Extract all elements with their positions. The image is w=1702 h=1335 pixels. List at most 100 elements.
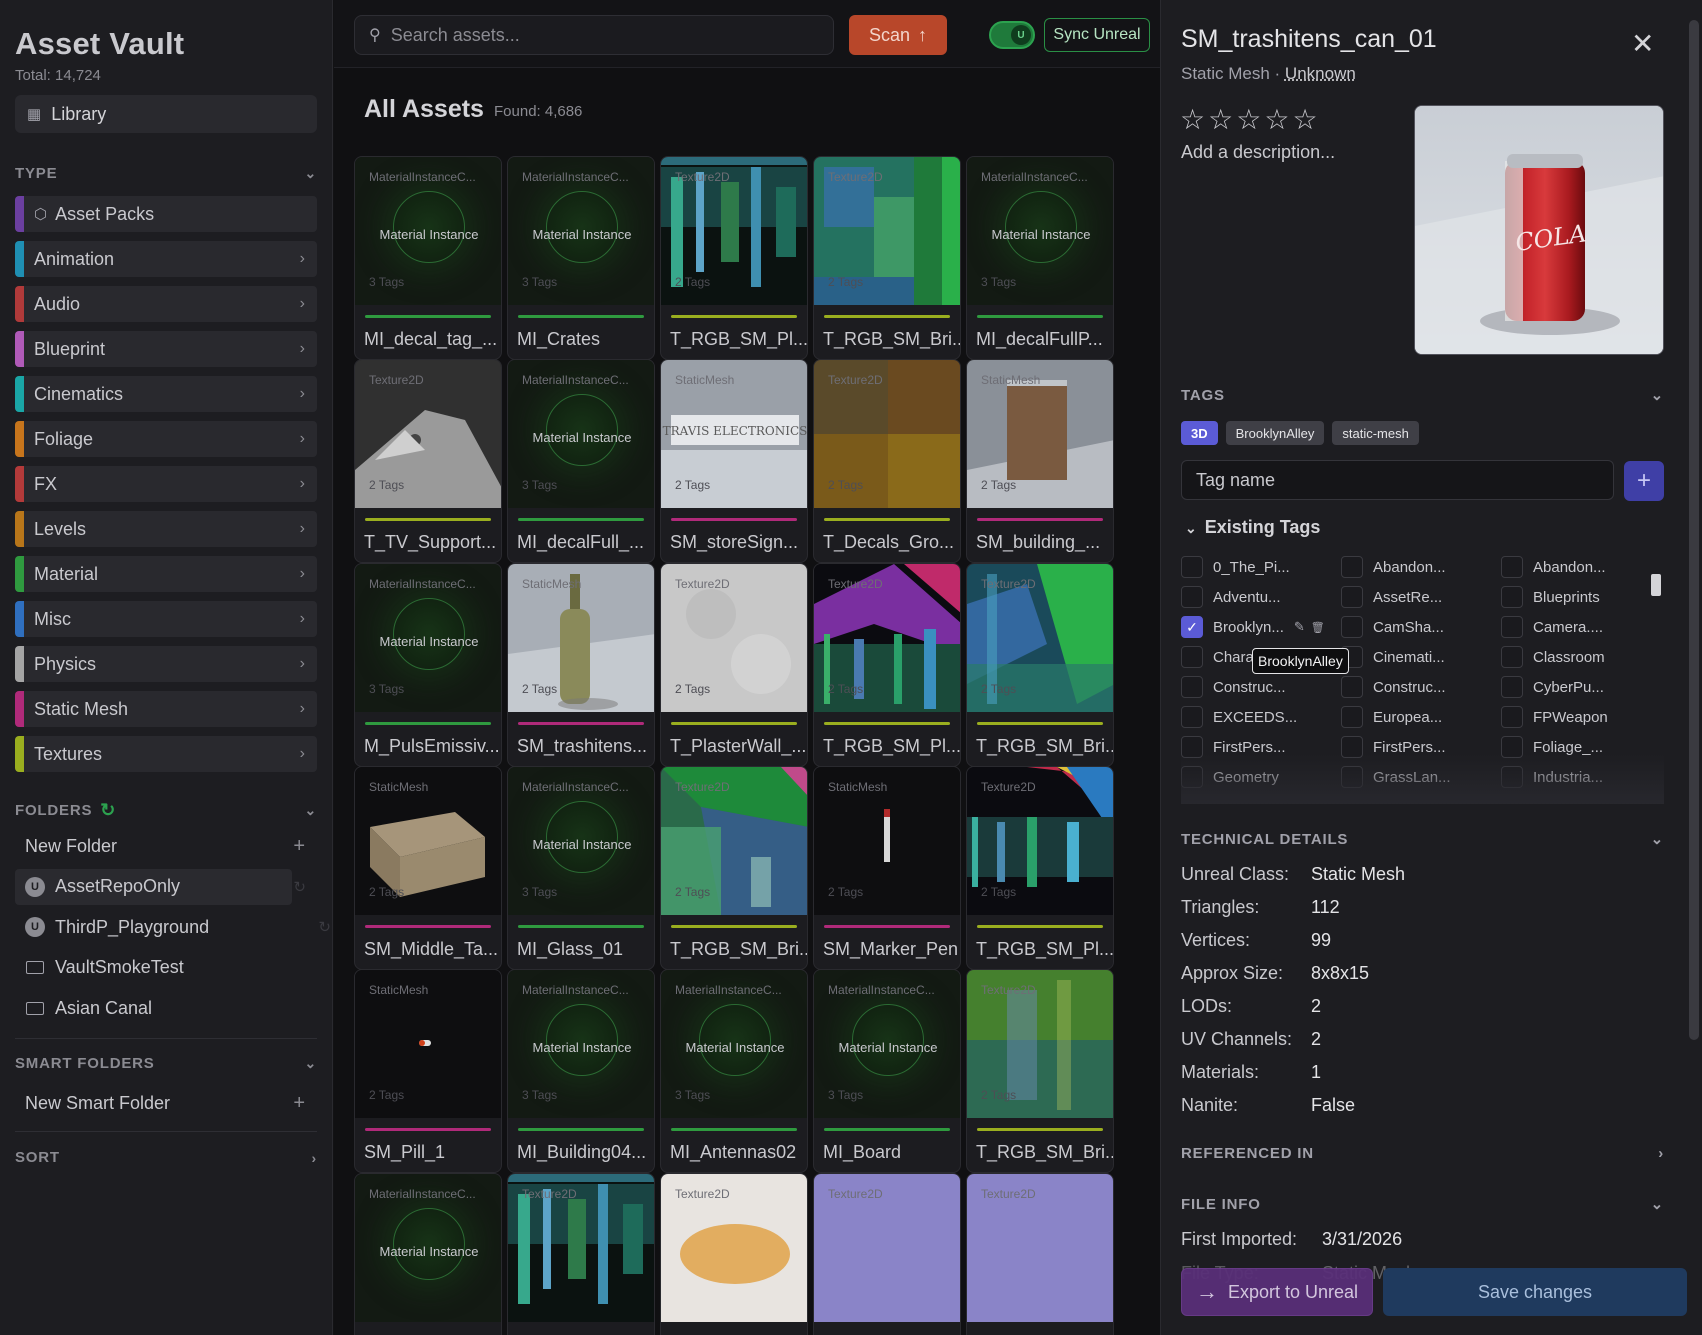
type-item[interactable]: Foliage › <box>15 421 317 457</box>
referenced-in-header[interactable]: REFERENCED IN › <box>1181 1145 1664 1162</box>
checkbox[interactable] <box>1501 646 1523 668</box>
checkbox[interactable] <box>1341 706 1363 728</box>
asset-card[interactable]: Texture2D 2 Tags T_RGB_SM_Bri... <box>966 969 1114 1173</box>
star-icon[interactable]: ☆ <box>1292 104 1320 135</box>
asset-card[interactable]: Material Instance MaterialInstanceC... 3 T… <box>813 969 961 1173</box>
asset-card[interactable]: Material Instance MaterialInstanceC... 3 T… <box>966 156 1114 360</box>
new-smart-folder-button[interactable]: New Smart Folder + <box>15 1085 317 1121</box>
type-item[interactable]: ⬡ Asset Packs <box>15 196 317 232</box>
asset-card[interactable]: StaticMesh 2 Tags SM_Marker_Pen <box>813 766 961 970</box>
file-info-header[interactable]: FILE INFO ⌄ <box>1181 1195 1664 1214</box>
checkbox[interactable] <box>1341 736 1363 758</box>
tag-chip[interactable]: BrooklynAlley <box>1225 421 1325 445</box>
export-to-unreal-button[interactable]: → Export to Unreal <box>1181 1268 1373 1316</box>
asset-card[interactable]: Material Instance MaterialInstanceC... 3 T… <box>507 766 655 970</box>
existing-tag[interactable]: 0_The_Pi... <box>1181 552 1341 582</box>
checkbox[interactable] <box>1181 736 1203 758</box>
library-button[interactable]: ▦ Library <box>15 95 317 133</box>
edit-icon[interactable]: ✎ <box>1294 619 1305 635</box>
checkbox[interactable] <box>1501 586 1523 608</box>
checkbox[interactable] <box>1181 556 1203 578</box>
existing-tag[interactable]: Foliage_... <box>1501 732 1661 762</box>
existing-tag[interactable]: Classroom <box>1501 642 1661 672</box>
asset-card[interactable]: StaticMesh 2 Tags SM_Pill_1 <box>354 969 502 1173</box>
star-icon[interactable]: ☆ <box>1208 104 1236 135</box>
existing-tag[interactable]: FPWeapon <box>1501 702 1661 732</box>
folder-item[interactable]: VaultSmokeTest <box>15 950 317 986</box>
asset-card[interactable]: Texture2D 2 Tags T_RGB_SM_Bri... <box>813 156 961 360</box>
checkbox[interactable] <box>1501 556 1523 578</box>
sort-section-header[interactable]: SORT › <box>15 1149 317 1166</box>
checkbox[interactable] <box>1341 766 1363 788</box>
panel-scrollbar[interactable] <box>1689 20 1699 1040</box>
asset-card[interactable]: Material Instance MaterialInstanceC... 3 T… <box>507 969 655 1173</box>
existing-tag[interactable]: Europea... <box>1341 702 1501 732</box>
existing-tag[interactable]: FirstPers... <box>1341 732 1501 762</box>
existing-tag[interactable]: Adventu... <box>1181 582 1341 612</box>
existing-tag[interactable]: ✓ Brooklyn... ✎ 🗑 <box>1181 612 1341 642</box>
asset-card[interactable]: Texture2D 2 Tags T_RGB_SM_Pl... <box>966 766 1114 970</box>
asset-card[interactable]: Texture2D <box>813 1173 961 1335</box>
trash-icon[interactable]: 🗑 <box>1311 621 1325 634</box>
existing-tag[interactable]: Construc... <box>1341 672 1501 702</box>
close-icon[interactable]: ✕ <box>1631 27 1654 60</box>
existing-tag[interactable]: AssetRe... <box>1341 582 1501 612</box>
existing-tag[interactable]: Construc... <box>1181 672 1341 702</box>
checkbox[interactable] <box>1181 676 1203 698</box>
checkbox-checked-icon[interactable]: ✓ <box>1181 616 1203 638</box>
checkbox[interactable] <box>1181 646 1203 668</box>
type-item[interactable]: Levels › <box>15 511 317 547</box>
type-item[interactable]: Physics › <box>15 646 317 682</box>
checkbox[interactable] <box>1181 766 1203 788</box>
search-input[interactable] <box>390 24 791 46</box>
asset-card[interactable]: StaticMesh 2 Tags SM_trashitens... <box>507 563 655 767</box>
unreal-sync-toggle[interactable]: U <box>989 21 1035 49</box>
tag-name-input[interactable] <box>1181 460 1614 500</box>
existing-tag[interactable]: GrassLan... <box>1341 762 1501 792</box>
existing-tag[interactable]: FirstPers... <box>1181 732 1341 762</box>
asset-card[interactable]: Material Instance MaterialInstanceC... 3 T… <box>354 156 502 360</box>
existing-tag[interactable]: EXCEEDS... <box>1181 702 1341 732</box>
checkbox[interactable] <box>1341 616 1363 638</box>
existing-tag[interactable]: CamSha... <box>1341 612 1501 642</box>
asset-card[interactable]: Texture2D 2 Tags T_RGB_SM_Bri... <box>660 766 808 970</box>
checkbox[interactable] <box>1501 616 1523 638</box>
search-box[interactable]: ⚲ <box>354 15 834 55</box>
asset-source-link[interactable]: Unknown <box>1285 64 1356 83</box>
type-item[interactable]: Textures › <box>15 736 317 772</box>
asset-card[interactable]: Texture2D 2 Tags T_RGB_SM_Pl... <box>813 563 961 767</box>
folders-section-header[interactable]: FOLDERS ↻ ⌄ <box>15 800 317 821</box>
technical-details-header[interactable]: TECHNICAL DETAILS ⌄ <box>1181 830 1664 849</box>
existing-tag[interactable]: Geometry <box>1181 762 1341 792</box>
asset-card[interactable]: Material Instance MaterialInstanceC... 3 T… <box>354 563 502 767</box>
checkbox[interactable] <box>1501 766 1523 788</box>
asset-card[interactable]: TRAVIS ELECTRONICS StaticMesh 2 Tags SM_sto… <box>660 359 808 563</box>
checkbox[interactable] <box>1501 706 1523 728</box>
existing-tag[interactable]: Camera.... <box>1501 612 1661 642</box>
folder-item[interactable]: U AssetRepoOnly ↻ <box>15 868 306 905</box>
type-item[interactable]: Misc › <box>15 601 317 637</box>
asset-card[interactable]: Texture2D 2 Tags T_PlasterWall_... <box>660 563 808 767</box>
asset-card[interactable]: Texture2D 2 Tags T_RGB_SM_Pl... <box>660 156 808 360</box>
asset-card[interactable]: Material Instance MaterialInstanceC... 3 T… <box>507 156 655 360</box>
existing-tag[interactable]: Blueprints <box>1501 582 1661 612</box>
star-icon[interactable]: ☆ <box>1180 104 1208 135</box>
scan-button[interactable]: Scan ↑ <box>849 15 947 55</box>
save-changes-button[interactable]: Save changes <box>1383 1268 1687 1316</box>
asset-card[interactable]: Material Instance MaterialInstanceC... 3 T… <box>507 359 655 563</box>
folder-item[interactable]: Asian Canal <box>15 990 317 1026</box>
existing-tag[interactable]: CyberPu... <box>1501 672 1661 702</box>
asset-card[interactable]: Texture2D 2 Tags T_Decals_Gro... <box>813 359 961 563</box>
folder-item[interactable]: U ThirdP_Playground ↻ <box>15 909 331 945</box>
asset-card[interactable]: Texture2D 2 Tags T_RGB_SM_Bri... <box>966 563 1114 767</box>
smart-folders-section-header[interactable]: SMART FOLDERS ⌄ <box>15 1055 317 1072</box>
checkbox[interactable] <box>1341 556 1363 578</box>
new-folder-button[interactable]: New Folder + <box>15 828 317 864</box>
add-tag-button[interactable]: + <box>1624 461 1664 501</box>
checkbox[interactable] <box>1181 706 1203 728</box>
existing-tag[interactable]: Abandon... <box>1341 552 1501 582</box>
type-item[interactable]: Static Mesh › <box>15 691 317 727</box>
existing-tag[interactable]: Cinemati... <box>1341 642 1501 672</box>
asset-card[interactable]: Texture2D 2 Tags T_TV_Support... <box>354 359 502 563</box>
sync-icon[interactable]: ↻ <box>318 918 331 936</box>
